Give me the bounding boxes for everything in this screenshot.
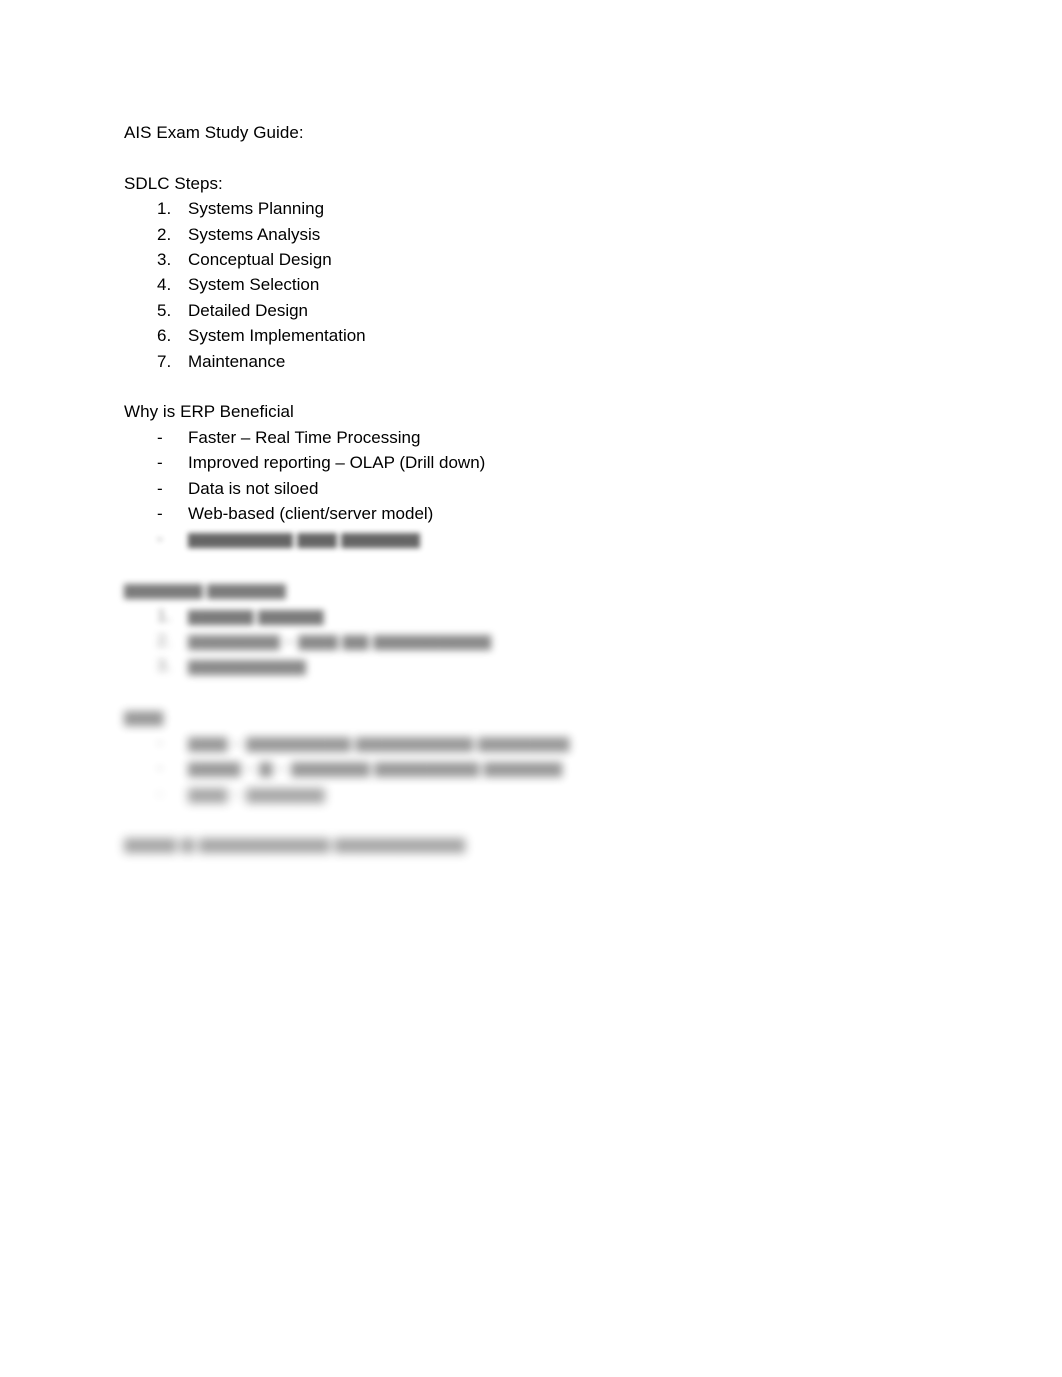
list-marker: 2. — [157, 631, 172, 651]
list-marker: - — [157, 529, 163, 549]
list-item-label: Data is not siloed — [188, 478, 319, 498]
list-marker: 5. — [157, 300, 172, 320]
redacted-text: ▆▆▆▆▆▆▆▆▆ — [188, 656, 306, 676]
redacted-list-item: 2. ▆▆▆▆▆▆▆ – ▆▆▆ ▆▆ ▆▆▆▆▆▆▆▆▆ — [124, 628, 944, 653]
list-marker: 6. — [157, 326, 172, 346]
erp-heading: Why is ERP Beneficial — [124, 402, 294, 422]
list-item: 5. Detailed Design — [124, 298, 944, 323]
sdlc-list: 1. Systems Planning 2. Systems Analysis … — [124, 196, 944, 374]
document-page: AIS Exam Study Guide: SDLC Steps: 1. Sys… — [0, 0, 1062, 1377]
redacted-list-item: - ▆▆▆▆▆▆▆▆ ▆▆▆ ▆▆▆▆▆▆ — [124, 526, 944, 551]
list-item-label: Maintenance — [188, 351, 286, 371]
list-marker: 3. — [157, 656, 172, 676]
list-item: - Web-based (client/server model) — [124, 501, 944, 526]
list-item-label: System Selection — [188, 275, 320, 295]
list-item: 1. Systems Planning — [124, 196, 944, 221]
list-item: - Improved reporting – OLAP (Drill down) — [124, 450, 944, 475]
redacted-text: ▆▆▆ – ▆▆▆▆▆▆ — [188, 783, 325, 803]
redacted-heading: ▆▆▆▆▆▆ ▆▆▆▆▆▆ — [124, 577, 944, 602]
redacted-text: ▆▆▆▆▆▆ ▆▆▆▆▆▆ — [124, 580, 286, 600]
list-item-label: Improved reporting – OLAP (Drill down) — [188, 453, 486, 473]
redacted-list-item: 3. ▆▆▆▆▆▆▆▆▆ — [124, 653, 944, 678]
list-item: - Faster – Real Time Processing — [124, 425, 944, 450]
list-item: 7. Maintenance — [124, 349, 944, 374]
list-marker: - — [157, 758, 163, 778]
list-item-label: Web-based (client/server model) — [188, 504, 434, 524]
document-body: AIS Exam Study Guide: SDLC Steps: 1. Sys… — [124, 120, 944, 857]
list-item-label: System Implementation — [188, 326, 366, 346]
sdlc-heading: SDLC Steps: — [124, 173, 223, 193]
list-marker: 7. — [157, 351, 172, 371]
list-item-label: Systems Planning — [188, 199, 325, 219]
redacted-list-item: - ▆▆▆ – ▆▆▆▆▆▆▆▆ ▆▆▆▆▆▆▆▆▆ ▆▆▆▆▆▆▆ — [124, 730, 944, 755]
redacted-list-item: 1. ▆▆▆▆▆ ▆▆▆▆▆ — [124, 603, 944, 628]
redacted-list-item: - ▆▆▆▆ – ▆ – ▆▆▆▆▆▆ ▆▆▆▆▆▆▆▆ ▆▆▆▆▆▆ — [124, 755, 944, 780]
list-marker: - — [157, 453, 163, 473]
list-marker: 1. — [157, 199, 172, 219]
redacted-text: ▆▆▆▆▆▆▆ – ▆▆▆ ▆▆ ▆▆▆▆▆▆▆▆▆ — [188, 631, 491, 651]
document-title: AIS Exam Study Guide: — [124, 123, 304, 142]
redacted-text: ▆▆▆ — [124, 707, 164, 727]
list-item: 6. System Implementation — [124, 323, 944, 348]
redacted-text: ▆▆▆▆ – ▆ – ▆▆▆▆▆▆ ▆▆▆▆▆▆▆▆ ▆▆▆▆▆▆ — [188, 758, 563, 778]
erp-list: - Faster – Real Time Processing - Improv… — [124, 425, 944, 527]
list-marker: - — [157, 504, 163, 524]
list-item-label: Faster – Real Time Processing — [188, 427, 421, 447]
list-marker: - — [157, 783, 163, 803]
list-marker: 1. — [157, 605, 172, 625]
list-item: 3. Conceptual Design — [124, 247, 944, 272]
list-item-label: Detailed Design — [188, 300, 309, 320]
list-marker: 3. — [157, 250, 172, 270]
redacted-heading: ▆▆▆ — [124, 704, 944, 729]
list-item: 4. System Selection — [124, 272, 944, 297]
list-item: - Data is not siloed — [124, 476, 944, 501]
list-item-label: Conceptual Design — [188, 250, 332, 270]
redacted-region: - ▆▆▆▆▆▆▆▆ ▆▆▆ ▆▆▆▆▆▆ ▆▆▆▆▆▆ ▆▆▆▆▆▆ 1. ▆… — [124, 526, 944, 856]
list-marker: - — [157, 732, 163, 752]
list-item-label: Systems Analysis — [188, 224, 321, 244]
redacted-paragraph: ▆▆▆▆ ▆ ▆▆▆▆▆▆▆▆▆▆ ▆▆▆▆▆▆▆▆▆▆ — [124, 831, 944, 856]
list-marker: 4. — [157, 275, 172, 295]
redacted-text: ▆▆▆▆▆ ▆▆▆▆▆ — [188, 605, 324, 625]
redacted-text: ▆▆▆ – ▆▆▆▆▆▆▆▆ ▆▆▆▆▆▆▆▆▆ ▆▆▆▆▆▆▆ — [188, 732, 570, 752]
redacted-text: ▆▆▆▆ ▆ ▆▆▆▆▆▆▆▆▆▆ ▆▆▆▆▆▆▆▆▆▆ — [124, 834, 466, 854]
redacted-list-item: - ▆▆▆ – ▆▆▆▆▆▆ — [124, 781, 944, 806]
list-marker: - — [157, 478, 163, 498]
list-marker: - — [157, 427, 163, 447]
list-item: 2. Systems Analysis — [124, 222, 944, 247]
redacted-text: ▆▆▆▆▆▆▆▆ ▆▆▆ ▆▆▆▆▆▆ — [188, 529, 420, 549]
list-marker: 2. — [157, 224, 172, 244]
